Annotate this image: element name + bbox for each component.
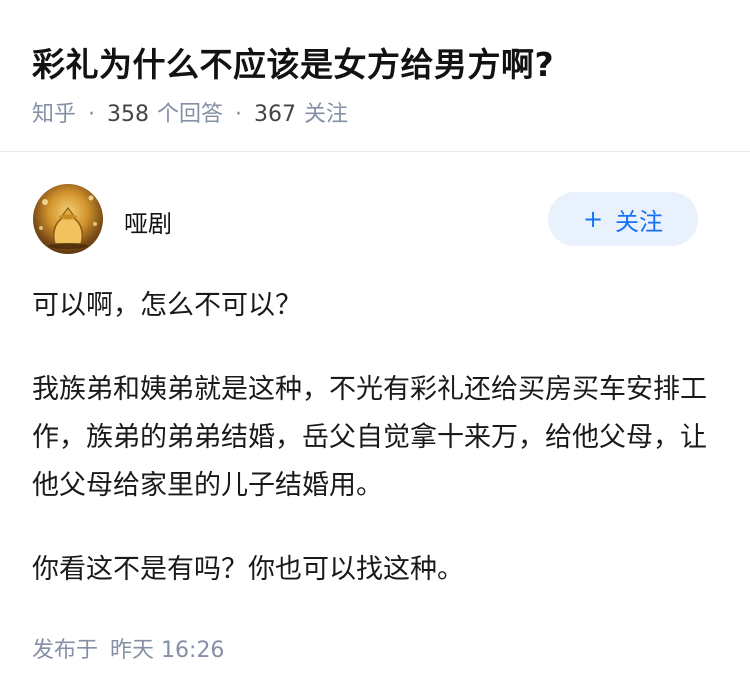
author-avatar[interactable] — [33, 184, 103, 254]
follower-count-label: 关注 — [304, 102, 349, 127]
question-meta: 知乎 · 358 个回答 · 367 关注 — [32, 96, 348, 128]
source-label: 知乎 — [32, 102, 77, 127]
answer-count: 358 — [107, 102, 150, 127]
answer-paragraph: 我族弟和姨弟就是这种，不光有彩礼还给买房买车安排工作，族弟的弟弟结婚，岳父自觉拿… — [32, 374, 707, 501]
question-title[interactable]: 彩礼为什么不应该是女方给男方啊? — [32, 38, 554, 86]
avatar-image — [39, 195, 97, 249]
answer-count-label: 个回答 — [157, 102, 224, 127]
author-name[interactable]: 哑剧 — [124, 204, 172, 239]
answer-paragraph: 你看这不是有吗？你也可以找这种。 — [32, 554, 464, 585]
follow-button-label: 关注 — [615, 207, 664, 236]
publish-day: 昨天 — [110, 638, 155, 663]
separator-dot: · — [88, 102, 96, 127]
answer-content: 可以啊，怎么不可以？ 我族弟和姨弟就是这种，不光有彩礼还给买房买车安排工作，族弟… — [32, 282, 722, 630]
follower-count: 367 — [254, 102, 297, 127]
separator-dot: · — [235, 102, 243, 127]
publish-time: 发布于 昨天 16:26 — [32, 632, 224, 664]
publish-clock: 16:26 — [161, 638, 225, 663]
publish-label: 发布于 — [32, 638, 99, 663]
plus-icon: + — [582, 205, 604, 233]
follow-button[interactable]: + 关注 — [548, 192, 698, 246]
answer-paragraph: 可以啊，怎么不可以？ — [32, 290, 302, 321]
question-header: 彩礼为什么不应该是女方给男方啊? 知乎 · 358 个回答 · 367 关注 — [0, 0, 750, 152]
